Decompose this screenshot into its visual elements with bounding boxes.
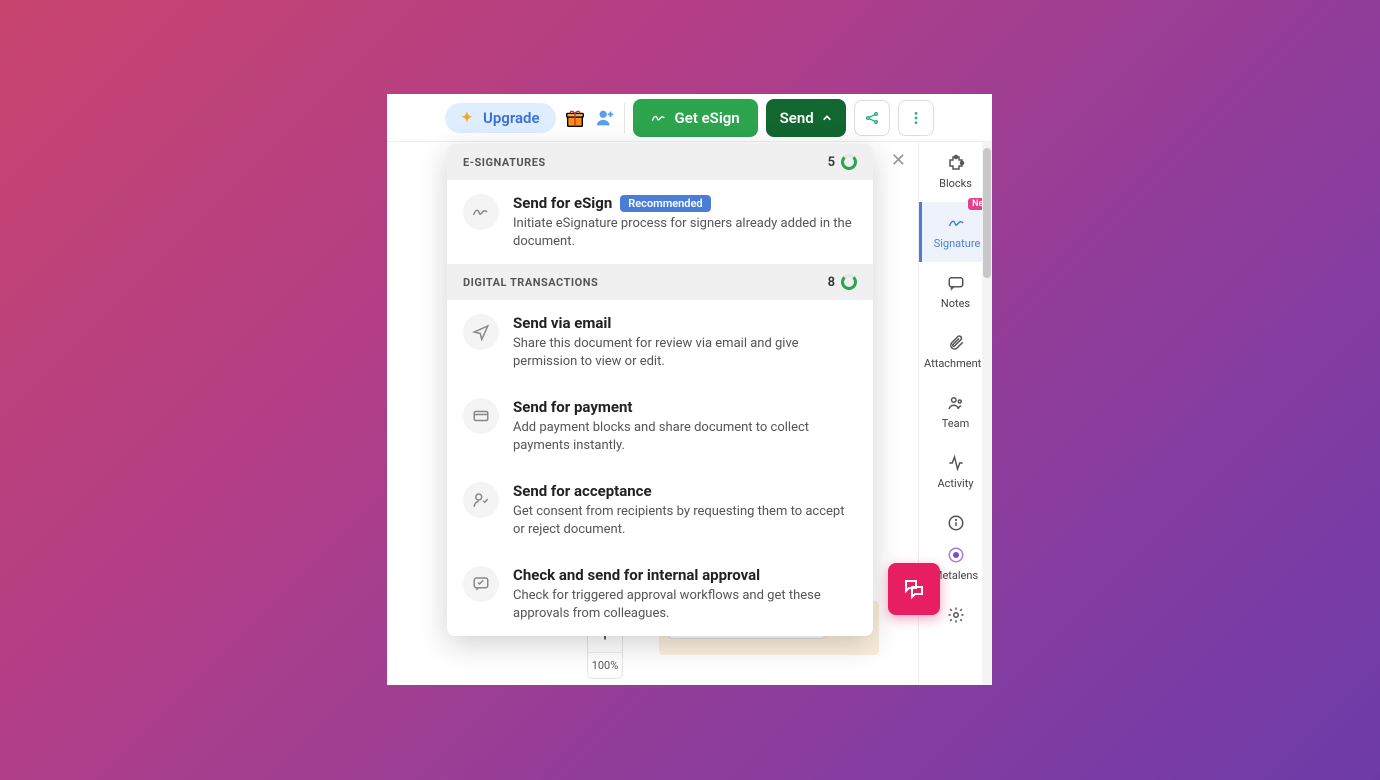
dd-item-desc: Initiate eSignature process for signers …: [513, 215, 857, 250]
rail-blocks-label: Blocks: [939, 177, 972, 190]
metalens-icon: [947, 546, 965, 564]
info-icon: [947, 514, 965, 532]
dd-send-via-email[interactable]: Send via email Share this document for r…: [447, 300, 873, 384]
dd-internal-approval[interactable]: Check and send for internal approval Che…: [447, 552, 873, 636]
more-vertical-icon: [908, 110, 924, 126]
signature-icon: [651, 112, 667, 124]
dd-section-count: 8: [828, 274, 857, 290]
dd-item-title: Send via email: [513, 314, 611, 332]
close-panel-button[interactable]: ✕: [891, 150, 906, 171]
send-label: Send: [780, 109, 814, 127]
rail-team-label: Team: [942, 417, 970, 430]
more-button[interactable]: [898, 100, 934, 136]
get-esign-button[interactable]: Get eSign: [633, 99, 758, 137]
get-esign-label: Get eSign: [675, 109, 740, 127]
share-icon: [864, 110, 880, 126]
puzzle-icon: [947, 154, 965, 172]
dd-section-count: 5: [828, 154, 857, 170]
add-user-icon[interactable]: [594, 107, 616, 129]
approval-circle-icon: [463, 566, 499, 602]
rail-signature-label: Signature: [934, 237, 981, 250]
dd-count-value: 8: [828, 275, 835, 290]
dd-section-label: E-SIGNATURES: [463, 156, 546, 169]
dd-item-title: Send for payment: [513, 398, 632, 416]
dd-section-esignatures: E-SIGNATURES 5: [447, 144, 873, 180]
zoom-value: 100%: [588, 652, 622, 678]
dd-item-title: Check and send for internal approval: [513, 566, 760, 584]
upgrade-label: Upgrade: [483, 109, 540, 127]
recommended-badge: Recommended: [620, 195, 710, 212]
dd-send-for-esign[interactable]: Send for eSign Recommended Initiate eSig…: [447, 180, 873, 264]
top-toolbar: Upgrade Get eSign Send: [387, 94, 992, 142]
dd-item-desc: Check for triggered approval workflows a…: [513, 587, 857, 622]
dd-send-for-acceptance[interactable]: Send for acceptance Get consent from rec…: [447, 468, 873, 552]
send-button[interactable]: Send: [766, 99, 846, 137]
toolbar-divider: [624, 103, 625, 133]
rail-activity-label: Activity: [937, 477, 973, 490]
dd-item-title: Send for eSign: [513, 194, 612, 212]
dd-send-for-payment[interactable]: Send for payment Add payment blocks and …: [447, 384, 873, 468]
activity-icon: [947, 454, 965, 472]
rail-attachments-label: Attachments: [924, 357, 987, 370]
send-dropdown: E-SIGNATURES 5 Send for eSign Recommende…: [447, 144, 873, 636]
share-button[interactable]: [854, 100, 890, 136]
card-circle-icon: [463, 398, 499, 434]
progress-ring-icon: [841, 154, 857, 170]
gift-icon[interactable]: [564, 107, 586, 129]
chat-fab[interactable]: [888, 563, 940, 615]
dd-item-desc: Get consent from recipients by requestin…: [513, 503, 857, 538]
rail-scrollbar[interactable]: [982, 142, 992, 685]
chat-icon: [947, 274, 965, 292]
dd-item-desc: Add payment blocks and share document to…: [513, 419, 857, 454]
rail-notes-label: Notes: [941, 297, 970, 310]
dd-section-digital: DIGITAL TRANSACTIONS 8: [447, 264, 873, 300]
user-check-circle-icon: [463, 482, 499, 518]
dd-count-value: 5: [828, 155, 835, 170]
chevron-up-icon: [822, 113, 832, 123]
signature-icon: [948, 214, 966, 232]
gear-icon: [947, 606, 965, 624]
dd-item-desc: Share this document for review via email…: [513, 335, 857, 370]
send-circle-icon: [463, 314, 499, 350]
chat-bubbles-icon: [902, 577, 926, 601]
upgrade-button[interactable]: Upgrade: [445, 103, 556, 133]
dd-section-label: DIGITAL TRANSACTIONS: [463, 276, 598, 289]
team-icon: [947, 394, 965, 412]
signature-circle-icon: [463, 194, 499, 230]
sparkle-icon: [461, 110, 477, 126]
paperclip-icon: [947, 334, 965, 352]
dd-item-title: Send for acceptance: [513, 482, 652, 500]
progress-ring-icon: [841, 274, 857, 290]
